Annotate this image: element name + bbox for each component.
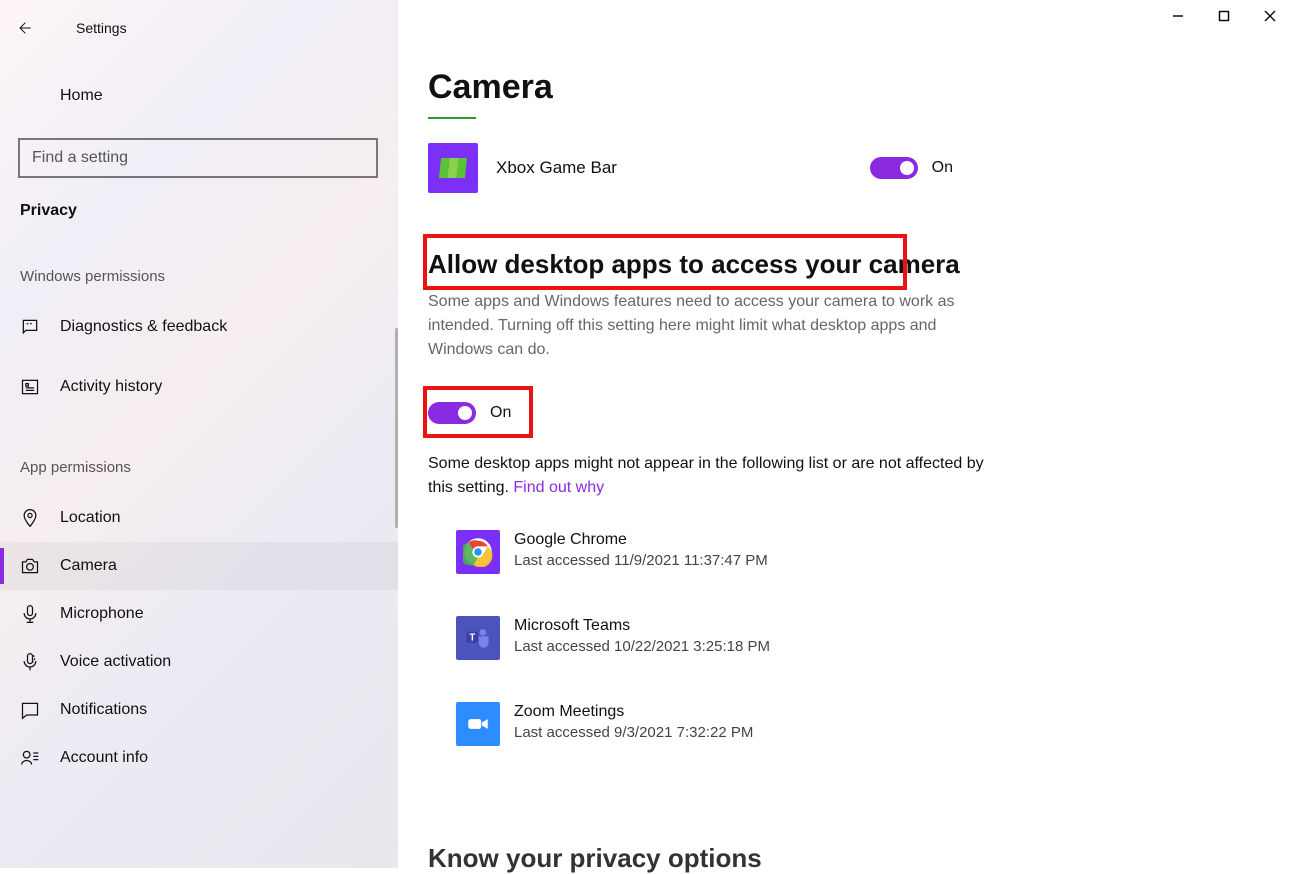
sidebar: Settings Home Privacy Windows permission… <box>0 0 398 868</box>
feedback-icon <box>20 317 40 337</box>
voice-activation-icon <box>20 652 40 672</box>
app-entry-chrome: Google Chrome Last accessed 11/9/2021 11… <box>456 530 1293 574</box>
svg-text:T: T <box>469 632 475 643</box>
close-button[interactable] <box>1247 0 1293 32</box>
title-underline <box>428 117 476 119</box>
home-icon <box>20 86 40 106</box>
microphone-icon <box>20 604 40 624</box>
nav-label: Voice activation <box>60 653 171 671</box>
camera-icon <box>20 556 40 576</box>
nav-home[interactable]: Home <box>0 76 398 116</box>
close-icon <box>1264 10 1276 22</box>
titlebar: Settings <box>0 8 398 48</box>
nav-camera[interactable]: Camera <box>0 542 398 590</box>
account-info-icon <box>20 748 40 768</box>
window-controls <box>1155 0 1293 32</box>
nav-diagnostics[interactable]: Diagnostics & feedback <box>0 303 398 351</box>
section-privacy-options-title: Know your privacy options <box>428 843 762 874</box>
back-button[interactable] <box>0 8 48 48</box>
group-app-permissions: App permissions <box>0 459 398 476</box>
search-box[interactable] <box>18 138 378 178</box>
chrome-icon <box>456 530 500 574</box>
app-entry-teams: T Microsoft Teams Last accessed 10/22/20… <box>456 616 1293 660</box>
history-icon <box>20 377 40 397</box>
find-out-why-link[interactable]: Find out why <box>513 479 604 496</box>
maximize-icon <box>1218 10 1230 22</box>
section-desktop-apps-note: Some desktop apps might not appear in th… <box>428 452 984 500</box>
app-entry-zoom: Zoom Meetings Last accessed 9/3/2021 7:3… <box>456 702 1293 746</box>
app-title: Settings <box>76 20 127 36</box>
app-name: Zoom Meetings <box>514 702 753 723</box>
xbox-toggle-label: On <box>932 159 953 177</box>
arrow-left-icon <box>16 20 32 36</box>
teams-icon: T <box>456 616 500 660</box>
nav-label: Camera <box>60 557 117 575</box>
zoom-icon <box>456 702 500 746</box>
desktop-apps-list: Google Chrome Last accessed 11/9/2021 11… <box>428 530 1293 746</box>
nav-voice-activation[interactable]: Voice activation <box>0 638 398 686</box>
app-name-label: Xbox Game Bar <box>496 158 617 178</box>
nav-location[interactable]: Location <box>0 494 398 542</box>
sidebar-category: Privacy <box>0 202 398 220</box>
search-icon <box>346 149 364 167</box>
nav-label: Account info <box>60 749 148 767</box>
app-last-accessed: Last accessed 10/22/2021 3:25:18 PM <box>514 637 770 657</box>
desktop-apps-toggle-label: On <box>490 404 511 422</box>
nav-notifications[interactable]: Notifications <box>0 686 398 734</box>
page-title: Camera <box>428 68 1293 107</box>
section-desktop-apps-title: Allow desktop apps to access your camera <box>428 249 1293 280</box>
desktop-apps-toggle-row: On <box>428 402 1293 424</box>
nav-label: Activity history <box>60 378 162 396</box>
maximize-button[interactable] <box>1201 0 1247 32</box>
app-name: Google Chrome <box>514 530 768 551</box>
nav-account-info[interactable]: Account info <box>0 734 398 782</box>
desktop-apps-toggle[interactable] <box>428 402 476 424</box>
nav-activity-history[interactable]: Activity history <box>0 363 398 411</box>
minimize-button[interactable] <box>1155 0 1201 32</box>
minimize-icon <box>1172 10 1184 22</box>
xbox-toggle[interactable] <box>870 157 918 179</box>
location-icon <box>20 508 40 528</box>
app-toggle-xbox: Xbox Game Bar On <box>428 143 1293 193</box>
group-windows-permissions: Windows permissions <box>0 268 398 285</box>
nav-label: Location <box>60 509 121 527</box>
search-container <box>18 138 378 178</box>
nav-label: Diagnostics & feedback <box>60 318 227 336</box>
section-desktop-apps-desc: Some apps and Windows features need to a… <box>428 290 984 362</box>
main-content: Camera Xbox Game Bar On Allow desktop ap… <box>398 0 1293 868</box>
app-name: Microsoft Teams <box>514 616 770 637</box>
app-last-accessed: Last accessed 11/9/2021 11:37:47 PM <box>514 551 768 571</box>
xbox-game-bar-icon <box>428 143 478 193</box>
app-last-accessed: Last accessed 9/3/2021 7:32:22 PM <box>514 723 753 743</box>
nav-label: Notifications <box>60 701 147 719</box>
nav-label: Microphone <box>60 605 144 623</box>
nav-microphone[interactable]: Microphone <box>0 590 398 638</box>
nav-home-label: Home <box>60 87 103 105</box>
search-input[interactable] <box>32 149 346 167</box>
note-text: Some desktop apps might not appear in th… <box>428 455 984 496</box>
notifications-icon <box>20 700 40 720</box>
